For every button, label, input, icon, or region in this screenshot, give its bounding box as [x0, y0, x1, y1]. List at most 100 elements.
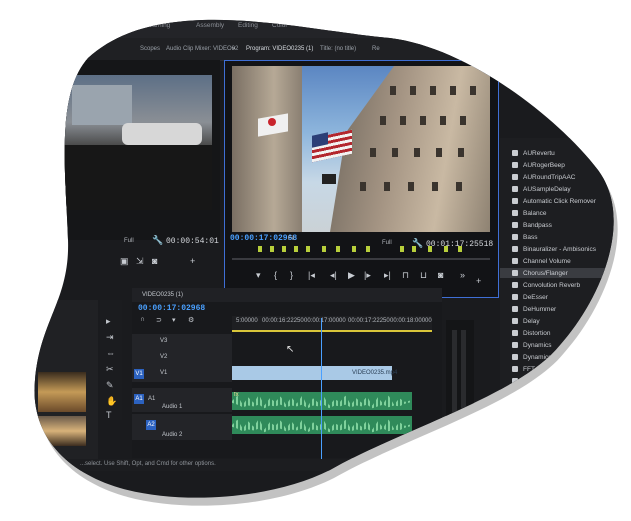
- overflow-icon[interactable]: »: [460, 270, 465, 280]
- extract-icon[interactable]: ⊔: [420, 270, 427, 281]
- step-back-icon[interactable]: ◂|: [330, 270, 337, 281]
- pen-tool-icon[interactable]: ✎: [106, 380, 114, 391]
- ruler-label: 5:00000: [236, 318, 258, 324]
- export-frame-icon[interactable]: ◙: [438, 270, 443, 280]
- track-header-v1: V1 V1: [132, 366, 232, 382]
- workspace-bar: Learning Assembly Editing Color Effects …: [0, 0, 631, 38]
- timeline-header: VIDEO0235 (1): [132, 288, 442, 302]
- ruler-label: 00:00:18:00000: [390, 318, 432, 324]
- tab-extra[interactable]: Re: [372, 46, 380, 52]
- audio-fx-badge: fx: [234, 392, 239, 398]
- white-flag-emblem: [268, 118, 276, 126]
- source-timecode: 00:00:54:01: [166, 237, 219, 246]
- mark-in-icon[interactable]: {: [274, 270, 277, 280]
- video-clip[interactable]: VIDEO0235.mp4: [232, 366, 392, 380]
- audio-clip-a2[interactable]: [232, 416, 412, 434]
- mark-out-icon[interactable]: }: [290, 270, 293, 280]
- program-fit-select[interactable]: Fit: [288, 236, 295, 242]
- snap-icon[interactable]: ∩: [140, 316, 145, 323]
- track-id: A1: [148, 396, 156, 402]
- export-frame-icon[interactable]: ◙: [152, 256, 157, 266]
- effect-item[interactable]: AURevertu: [512, 150, 555, 157]
- effect-item[interactable]: Distortion: [512, 330, 550, 337]
- add-marker-icon[interactable]: ▾: [256, 270, 261, 281]
- effect-item[interactable]: DeEsser: [512, 294, 548, 301]
- source-patch-a1[interactable]: A1: [134, 394, 144, 404]
- add-icon[interactable]: +: [476, 276, 481, 286]
- track-header-a2: A2 Audio 2: [132, 414, 232, 440]
- effect-item[interactable]: AURoundTripAAC: [512, 174, 576, 181]
- waveform: [232, 392, 412, 410]
- settings-icon[interactable]: ⚙: [188, 316, 194, 324]
- razor-tool-icon[interactable]: ✂: [106, 364, 114, 375]
- effect-item[interactable]: Bandpass: [512, 222, 552, 229]
- wrench-icon[interactable]: 🔧: [152, 235, 163, 246]
- insert-icon[interactable]: ⇲: [136, 256, 144, 267]
- source-patch-v1[interactable]: V1: [134, 369, 144, 379]
- effect-item[interactable]: AURogerBeep: [512, 162, 565, 169]
- program-building-right: [330, 66, 490, 232]
- timeline-toolbar: ∩ ⊃ ▾ ⚙: [140, 316, 220, 326]
- status-bar: ...select. Use Shift, Opt, and Cmd for o…: [40, 459, 460, 471]
- tab-scopes[interactable]: Scopes: [140, 46, 160, 52]
- effect-item[interactable]: Binauralizer - Ambisonics: [512, 246, 596, 253]
- step-forward-icon[interactable]: |▸: [364, 270, 371, 281]
- effect-item[interactable]: Flanger: [512, 402, 545, 409]
- tab-program[interactable]: Program: VIDEO0235 (1): [246, 46, 313, 52]
- lift-icon[interactable]: ⊓: [402, 270, 409, 281]
- scrub-bar[interactable]: [232, 258, 490, 260]
- project-thumbnail[interactable]: [38, 372, 86, 412]
- add-marker-icon[interactable]: ▾: [172, 316, 176, 324]
- add-icon[interactable]: +: [190, 256, 195, 266]
- workspace-effects[interactable]: Effects: [302, 22, 322, 29]
- effect-item[interactable]: Chorus/Flanger: [512, 270, 568, 277]
- effect-item[interactable]: Bass: [512, 234, 537, 241]
- track-select-icon[interactable]: ⇥: [106, 332, 114, 343]
- track-label: V3: [160, 338, 168, 344]
- workspace-color[interactable]: Color: [272, 22, 288, 29]
- hand-tool-icon[interactable]: ✋: [106, 396, 117, 407]
- tab-title[interactable]: Title: (no title): [320, 46, 356, 52]
- go-to-out-icon[interactable]: ▸|: [384, 270, 391, 281]
- type-tool-icon[interactable]: T: [106, 410, 112, 420]
- track-name: Audio 2: [162, 432, 183, 438]
- audio-meter: [446, 320, 474, 450]
- workspace-audio[interactable]: Audio: [338, 22, 355, 29]
- effect-item[interactable]: Dynamics: [512, 342, 552, 349]
- tab-audio-clip-mixer[interactable]: Audio Clip Mixer: VIDEO02: [166, 46, 238, 52]
- play-icon[interactable]: ▶: [348, 270, 355, 281]
- audio-clip-a1[interactable]: fx: [232, 392, 412, 410]
- effect-item[interactable]: Automatic Click Remover: [512, 198, 596, 205]
- waveform: [232, 416, 412, 434]
- workspace-learning[interactable]: Learning: [145, 22, 170, 29]
- selection-tool-icon[interactable]: ▸: [106, 316, 111, 327]
- ripple-edit-icon[interactable]: ⇔: [106, 348, 115, 358]
- program-frame: [232, 66, 490, 232]
- playhead[interactable]: [321, 318, 322, 468]
- project-thumbnail[interactable]: [38, 416, 86, 446]
- dark-flag: [322, 174, 336, 184]
- ruler-label: 00:00:16:22250: [262, 318, 304, 324]
- ruler-label: 00:00:17:00000: [304, 318, 346, 324]
- meter-left: [452, 330, 457, 440]
- linked-selection-icon[interactable]: ⊃: [156, 316, 162, 324]
- camera-icon[interactable]: ▣: [120, 256, 129, 267]
- track-header-a1: A1 A1 Audio 1: [132, 388, 232, 412]
- time-ruler[interactable]: 5:00000 00:00:16:22250 00:00:17:00000 00…: [232, 316, 432, 330]
- effect-item-selected[interactable]: Convolution Reverb: [512, 282, 580, 289]
- effect-item[interactable]: Channel Volume: [512, 258, 571, 265]
- go-to-in-icon[interactable]: |◂: [308, 270, 315, 281]
- source-fit-select[interactable]: Full: [124, 238, 134, 244]
- effect-item[interactable]: Fill Right with L: [512, 390, 567, 397]
- stage: Learning Assembly Editing Color Effects …: [0, 0, 631, 521]
- sequence-tab[interactable]: VIDEO0235 (1): [142, 292, 183, 298]
- effect-item[interactable]: AUSampleDelay: [512, 186, 571, 193]
- workspace-assembly[interactable]: Assembly: [196, 22, 224, 29]
- effect-item[interactable]: Balance: [512, 210, 547, 217]
- effect-item[interactable]: Delay: [512, 318, 540, 325]
- source-patch-a2[interactable]: A2: [146, 420, 156, 430]
- overflow-icon[interactable]: »: [232, 46, 235, 52]
- workspace-editing[interactable]: Editing: [238, 22, 258, 29]
- work-area-bar[interactable]: [232, 330, 432, 332]
- effect-item[interactable]: DeHummer: [512, 306, 556, 313]
